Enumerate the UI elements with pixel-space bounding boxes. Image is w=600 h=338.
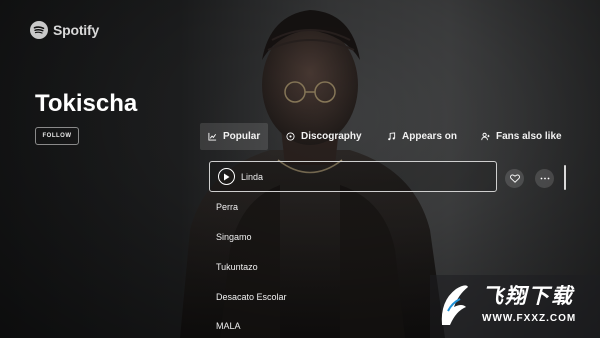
tab-discography-label: Discography bbox=[301, 131, 362, 142]
play-icon[interactable] bbox=[218, 168, 235, 185]
watermark-title: 飞翔下载 bbox=[482, 285, 574, 308]
track-title: Perra bbox=[216, 202, 239, 212]
users-icon bbox=[481, 132, 490, 141]
tab-fans-also-like-label: Fans also like bbox=[496, 131, 562, 142]
spotify-logo-text: Spotify bbox=[53, 22, 100, 38]
track-row[interactable]: Perra bbox=[209, 192, 497, 222]
track-list-scrollbar[interactable] bbox=[564, 165, 566, 190]
track-row[interactable]: Singamo bbox=[209, 222, 497, 252]
tab-discography[interactable]: Discography bbox=[278, 123, 370, 150]
tab-popular[interactable]: Popular bbox=[200, 123, 269, 150]
site-watermark: 飞翔下载 WWW.FXXZ.COM bbox=[430, 275, 600, 338]
tab-appears-on[interactable]: Appears on bbox=[379, 123, 465, 150]
tab-fans-also-like[interactable]: Fans also like bbox=[473, 123, 570, 150]
music-note-icon bbox=[388, 132, 396, 141]
track-title: Desacato Escolar bbox=[216, 292, 287, 302]
artist-name: Tokischa bbox=[35, 90, 138, 117]
spotify-logo: Spotify bbox=[30, 21, 99, 39]
tab-appears-on-label: Appears on bbox=[402, 131, 458, 142]
track-row-selected[interactable]: Linda bbox=[209, 161, 497, 192]
artist-page: Spotify Tokischa FOLLOW Popular Discogra… bbox=[0, 0, 600, 338]
spotify-icon bbox=[30, 21, 48, 39]
track-title: Linda bbox=[241, 171, 264, 182]
watermark-url: WWW.FXXZ.COM bbox=[482, 313, 577, 324]
track-title: MALA bbox=[216, 321, 241, 331]
follow-button[interactable]: FOLLOW bbox=[35, 127, 79, 145]
watermark-logo-icon bbox=[441, 285, 468, 325]
heart-icon[interactable] bbox=[505, 169, 524, 188]
more-icon[interactable] bbox=[535, 169, 554, 188]
track-title: Tukuntazo bbox=[216, 262, 258, 272]
disc-icon bbox=[286, 132, 295, 141]
artist-tabs: Popular Discography Appears on Fans also… bbox=[200, 123, 600, 150]
track-title: Singamo bbox=[216, 232, 252, 242]
tab-popular-label: Popular bbox=[223, 131, 261, 142]
trending-icon bbox=[208, 132, 217, 141]
